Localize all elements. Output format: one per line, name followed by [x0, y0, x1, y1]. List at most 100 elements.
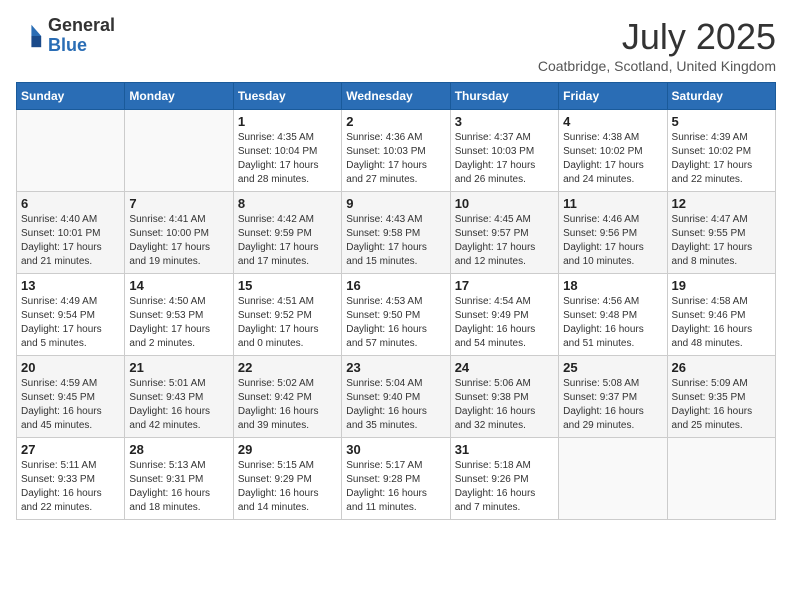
day-number: 28	[129, 442, 228, 457]
calendar-cell: 3Sunrise: 4:37 AM Sunset: 10:03 PM Dayli…	[450, 110, 558, 192]
calendar-cell: 27 Sunrise: 5:11 AM Sunset: 9:33 PM Dayli…	[17, 438, 125, 520]
day-number: 22	[238, 360, 337, 375]
calendar-cell: 17 Sunrise: 4:54 AM Sunset: 9:49 PM Dayli…	[450, 274, 558, 356]
day-info: Sunrise: 5:09 AM Sunset: 9:35 PM Dayligh…	[672, 377, 771, 433]
day-info: Sunrise: 4:54 AM Sunset: 9:49 PM Dayligh…	[455, 295, 554, 351]
header-thursday: Thursday	[450, 83, 558, 110]
day-number: 29	[238, 442, 337, 457]
day-info: Sunrise: 5:17 AM Sunset: 9:28 PM Dayligh…	[346, 459, 445, 515]
day-info: Sunrise: 5:15 AM Sunset: 9:29 PM Dayligh…	[238, 459, 337, 515]
day-number: 27	[21, 442, 120, 457]
calendar-cell: 28 Sunrise: 5:13 AM Sunset: 9:31 PM Dayli…	[125, 438, 233, 520]
calendar-cell: 8Sunrise: 4:42 AM Sunset: 9:59 PM Daylig…	[233, 192, 341, 274]
day-number: 23	[346, 360, 445, 375]
calendar-cell: 31 Sunrise: 5:18 AM Sunset: 9:26 PM Dayli…	[450, 438, 558, 520]
calendar-body: 1 Sunrise: 4:35 AM Sunset: 10:04 PM Dayli…	[17, 110, 776, 520]
day-number: 31	[455, 442, 554, 457]
header-monday: Monday	[125, 83, 233, 110]
calendar-cell: 2Sunrise: 4:36 AM Sunset: 10:03 PM Dayli…	[342, 110, 450, 192]
calendar-cell	[17, 110, 125, 192]
logo: General Blue	[16, 16, 115, 55]
calendar-cell: 24Sunrise: 5:06 AM Sunset: 9:38 PM Dayli…	[450, 356, 558, 438]
day-info: Sunrise: 4:46 AM Sunset: 9:56 PM Dayligh…	[563, 213, 662, 269]
day-info: Sunrise: 4:38 AM Sunset: 10:02 PM Daylig…	[563, 131, 662, 187]
month-year-title: July 2025	[538, 16, 776, 58]
calendar-cell: 30Sunrise: 5:17 AM Sunset: 9:28 PM Dayli…	[342, 438, 450, 520]
calendar-cell: 15 Sunrise: 4:51 AM Sunset: 9:52 PM Dayli…	[233, 274, 341, 356]
day-number: 25	[563, 360, 662, 375]
day-info: Sunrise: 4:56 AM Sunset: 9:48 PM Dayligh…	[563, 295, 662, 351]
day-number: 16	[346, 278, 445, 293]
calendar-cell: 18 Sunrise: 4:56 AM Sunset: 9:48 PM Dayli…	[559, 274, 667, 356]
header-sunday: Sunday	[17, 83, 125, 110]
day-number: 26	[672, 360, 771, 375]
calendar-cell	[667, 438, 775, 520]
day-number: 18	[563, 278, 662, 293]
calendar-cell: 5 Sunrise: 4:39 AM Sunset: 10:02 PM Dayli…	[667, 110, 775, 192]
calendar-cell: 13Sunrise: 4:49 AM Sunset: 9:54 PM Dayli…	[17, 274, 125, 356]
calendar-header: SundayMondayTuesdayWednesdayThursdayFrid…	[17, 83, 776, 110]
calendar-cell: 9Sunrise: 4:43 AM Sunset: 9:58 PM Daylig…	[342, 192, 450, 274]
day-number: 15	[238, 278, 337, 293]
day-info: Sunrise: 4:51 AM Sunset: 9:52 PM Dayligh…	[238, 295, 337, 351]
day-number: 17	[455, 278, 554, 293]
day-info: Sunrise: 4:35 AM Sunset: 10:04 PM Daylig…	[238, 131, 337, 187]
day-number: 9	[346, 196, 445, 211]
week-row-5: 27 Sunrise: 5:11 AM Sunset: 9:33 PM Dayli…	[17, 438, 776, 520]
calendar-cell: 25 Sunrise: 5:08 AM Sunset: 9:37 PM Dayli…	[559, 356, 667, 438]
calendar-table: SundayMondayTuesdayWednesdayThursdayFrid…	[16, 82, 776, 520]
day-number: 12	[672, 196, 771, 211]
calendar-cell: 12 Sunrise: 4:47 AM Sunset: 9:55 PM Dayli…	[667, 192, 775, 274]
header-friday: Friday	[559, 83, 667, 110]
day-info: Sunrise: 5:06 AM Sunset: 9:38 PM Dayligh…	[455, 377, 554, 433]
day-info: Sunrise: 4:37 AM Sunset: 10:03 PM Daylig…	[455, 131, 554, 187]
day-info: Sunrise: 4:47 AM Sunset: 9:55 PM Dayligh…	[672, 213, 771, 269]
day-info: Sunrise: 5:13 AM Sunset: 9:31 PM Dayligh…	[129, 459, 228, 515]
day-info: Sunrise: 4:45 AM Sunset: 9:57 PM Dayligh…	[455, 213, 554, 269]
logo-text: General Blue	[48, 16, 115, 55]
calendar-cell: 1 Sunrise: 4:35 AM Sunset: 10:04 PM Dayli…	[233, 110, 341, 192]
week-row-3: 13Sunrise: 4:49 AM Sunset: 9:54 PM Dayli…	[17, 274, 776, 356]
day-number: 5	[672, 114, 771, 129]
calendar-cell: 14 Sunrise: 4:50 AM Sunset: 9:53 PM Dayli…	[125, 274, 233, 356]
calendar-cell: 4 Sunrise: 4:38 AM Sunset: 10:02 PM Dayli…	[559, 110, 667, 192]
week-row-4: 20Sunrise: 4:59 AM Sunset: 9:45 PM Dayli…	[17, 356, 776, 438]
logo-general: General	[48, 15, 115, 35]
day-number: 6	[21, 196, 120, 211]
page-header: General Blue July 2025 Coatbridge, Scotl…	[16, 16, 776, 74]
day-number: 2	[346, 114, 445, 129]
calendar-cell: 23Sunrise: 5:04 AM Sunset: 9:40 PM Dayli…	[342, 356, 450, 438]
day-number: 4	[563, 114, 662, 129]
day-number: 19	[672, 278, 771, 293]
header-row: SundayMondayTuesdayWednesdayThursdayFrid…	[17, 83, 776, 110]
day-info: Sunrise: 4:53 AM Sunset: 9:50 PM Dayligh…	[346, 295, 445, 351]
week-row-1: 1 Sunrise: 4:35 AM Sunset: 10:04 PM Dayli…	[17, 110, 776, 192]
day-number: 14	[129, 278, 228, 293]
day-info: Sunrise: 5:02 AM Sunset: 9:42 PM Dayligh…	[238, 377, 337, 433]
calendar-cell: 7Sunrise: 4:41 AM Sunset: 10:00 PM Dayli…	[125, 192, 233, 274]
calendar-cell: 21Sunrise: 5:01 AM Sunset: 9:43 PM Dayli…	[125, 356, 233, 438]
day-number: 10	[455, 196, 554, 211]
day-info: Sunrise: 5:18 AM Sunset: 9:26 PM Dayligh…	[455, 459, 554, 515]
calendar-cell: 11Sunrise: 4:46 AM Sunset: 9:56 PM Dayli…	[559, 192, 667, 274]
logo-icon	[16, 22, 44, 50]
day-info: Sunrise: 5:11 AM Sunset: 9:33 PM Dayligh…	[21, 459, 120, 515]
calendar-cell: 22 Sunrise: 5:02 AM Sunset: 9:42 PM Dayli…	[233, 356, 341, 438]
day-info: Sunrise: 4:42 AM Sunset: 9:59 PM Dayligh…	[238, 213, 337, 269]
week-row-2: 6 Sunrise: 4:40 AM Sunset: 10:01 PM Dayli…	[17, 192, 776, 274]
day-number: 13	[21, 278, 120, 293]
calendar-cell: 26 Sunrise: 5:09 AM Sunset: 9:35 PM Dayli…	[667, 356, 775, 438]
day-info: Sunrise: 4:58 AM Sunset: 9:46 PM Dayligh…	[672, 295, 771, 351]
day-info: Sunrise: 4:39 AM Sunset: 10:02 PM Daylig…	[672, 131, 771, 187]
day-info: Sunrise: 4:59 AM Sunset: 9:45 PM Dayligh…	[21, 377, 120, 433]
day-info: Sunrise: 4:50 AM Sunset: 9:53 PM Dayligh…	[129, 295, 228, 351]
calendar-cell: 29 Sunrise: 5:15 AM Sunset: 9:29 PM Dayli…	[233, 438, 341, 520]
day-info: Sunrise: 4:40 AM Sunset: 10:01 PM Daylig…	[21, 213, 120, 269]
day-info: Sunrise: 5:08 AM Sunset: 9:37 PM Dayligh…	[563, 377, 662, 433]
location-subtitle: Coatbridge, Scotland, United Kingdom	[538, 58, 776, 74]
header-tuesday: Tuesday	[233, 83, 341, 110]
calendar-cell: 10 Sunrise: 4:45 AM Sunset: 9:57 PM Dayli…	[450, 192, 558, 274]
calendar-cell	[559, 438, 667, 520]
day-number: 1	[238, 114, 337, 129]
day-number: 21	[129, 360, 228, 375]
